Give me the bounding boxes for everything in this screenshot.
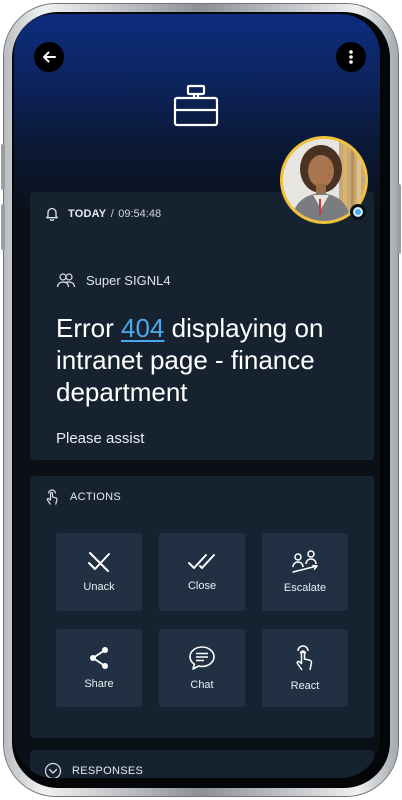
more-options-button[interactable] <box>336 42 366 72</box>
alert-message: Please assist <box>56 430 145 447</box>
share-label: Share <box>84 678 114 690</box>
escalate-icon <box>290 550 320 574</box>
escalate-label: Escalate <box>283 582 327 594</box>
phone-side-button <box>1 144 5 190</box>
alert-title-link[interactable]: 404 <box>121 313 164 343</box>
escalate-button[interactable]: Escalate <box>262 533 348 611</box>
unacknowledge-icon <box>86 551 112 573</box>
date-separator: / <box>110 208 114 220</box>
close-button[interactable]: Close <box>159 533 245 611</box>
unack-button[interactable]: Unack <box>56 533 142 611</box>
online-status-indicator <box>350 204 366 220</box>
back-button[interactable] <box>34 42 64 72</box>
share-button[interactable]: Share <box>56 629 142 707</box>
double-check-icon <box>187 552 217 572</box>
phone-side-button <box>1 204 5 250</box>
bell-icon <box>44 205 60 222</box>
alert-team-name: Super SIGNL4 <box>86 272 171 288</box>
toolbox-icon <box>172 84 220 128</box>
more-vertical-icon <box>343 49 359 65</box>
alert-date-row: TODAY / 09:54:48 <box>44 204 161 222</box>
alert-title: Error 404 displaying on intranet page - … <box>56 312 356 408</box>
chat-button[interactable]: Chat <box>159 629 245 707</box>
react-hand-icon <box>293 644 317 672</box>
alert-date-label: TODAY <box>68 208 107 220</box>
team-icon <box>56 272 76 288</box>
responses-heading: RESPONSES <box>72 765 144 777</box>
chat-label: Chat <box>190 679 214 691</box>
alert-team-row: Super SIGNL4 <box>56 272 171 288</box>
alert-card: TODAY / 09:54:48 Super SIGNL4 Error 404 … <box>30 192 374 460</box>
actions-card: ACTIONS Unack Close Escalate Share Chat … <box>30 476 374 738</box>
close-label: Close <box>187 580 217 592</box>
touch-icon <box>44 488 60 506</box>
responses-header: RESPONSES <box>44 762 143 778</box>
actions-header: ACTIONS <box>44 488 121 506</box>
react-label: React <box>290 680 320 692</box>
share-icon <box>87 646 111 670</box>
app-screen: TODAY / 09:54:48 Super SIGNL4 Error 404 … <box>14 14 380 778</box>
unack-label: Unack <box>83 581 115 593</box>
alert-time: 09:54:48 <box>118 208 162 220</box>
react-button[interactable]: React <box>262 629 348 707</box>
alert-title-prefix: Error <box>56 313 114 343</box>
phone-side-button <box>397 184 401 254</box>
actions-heading: ACTIONS <box>70 491 121 503</box>
responses-card[interactable]: RESPONSES <box>30 750 374 778</box>
chevron-down-circle-icon[interactable] <box>44 762 62 778</box>
chat-icon <box>188 645 216 671</box>
arrow-left-icon <box>41 49 57 65</box>
